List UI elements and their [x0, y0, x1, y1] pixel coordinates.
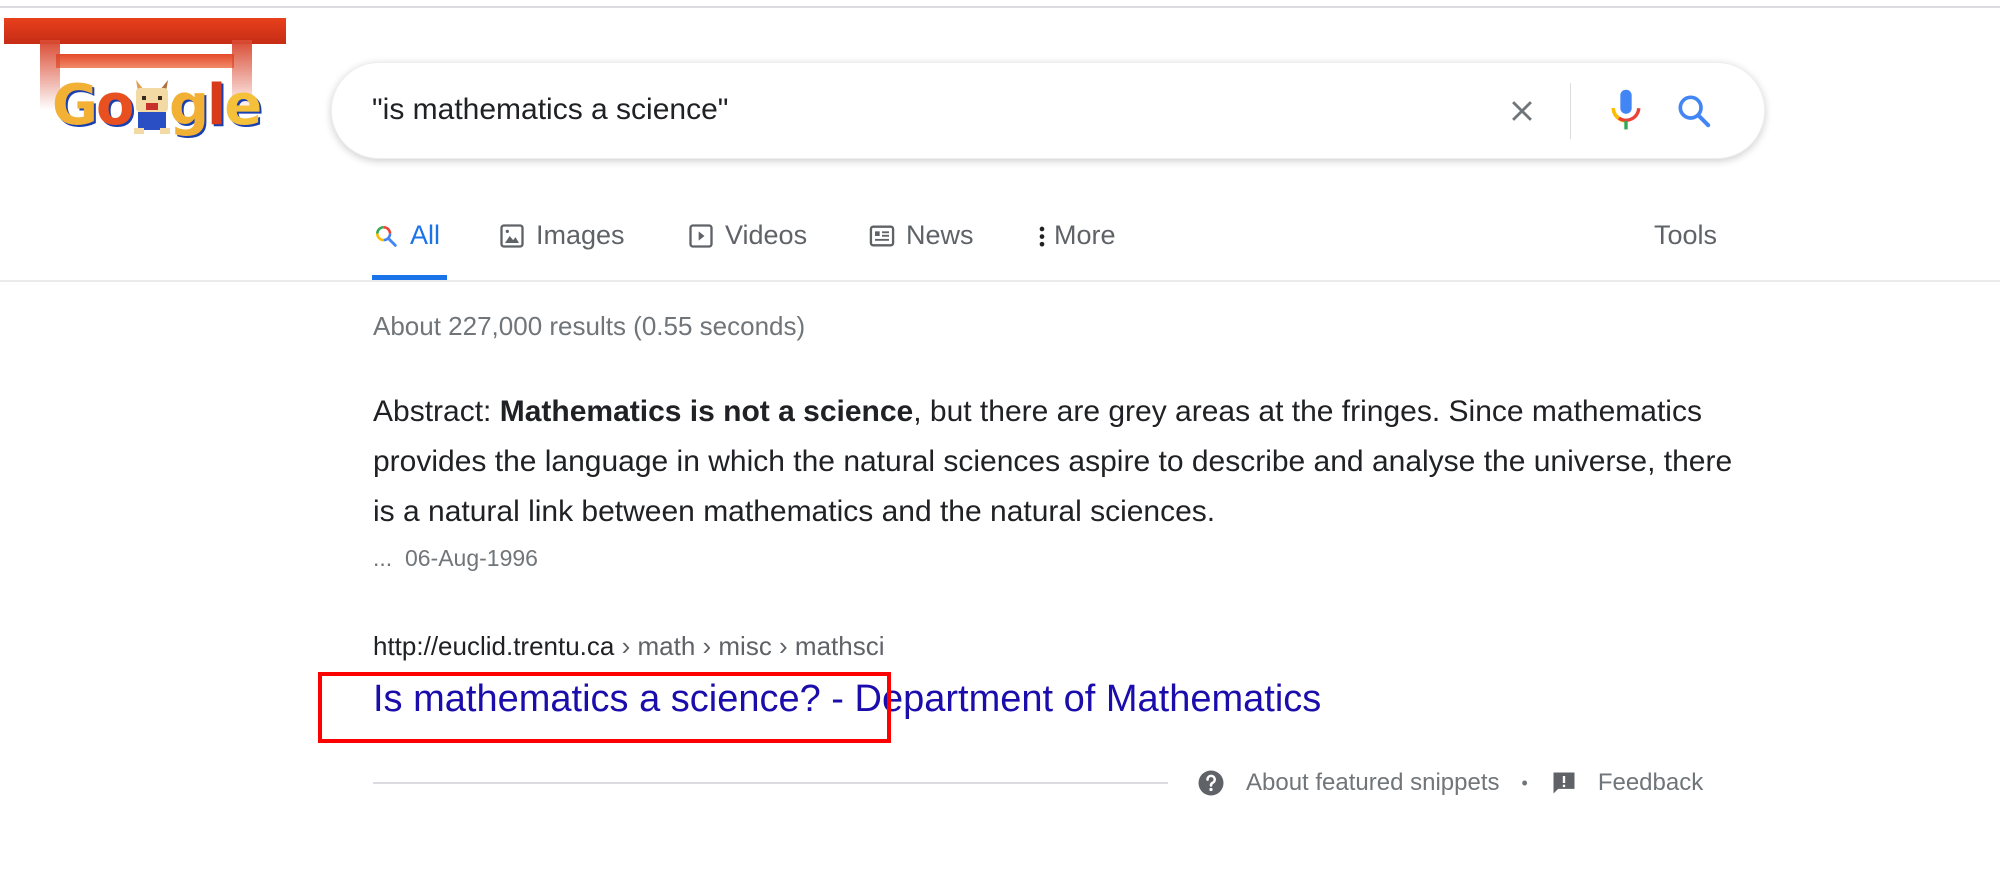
about-featured-snippets-link[interactable]: About featured snippets	[1246, 769, 1500, 797]
search-tabs: All Images Videos News More Tools	[372, 208, 1722, 280]
help-icon	[1196, 768, 1226, 798]
search-icon	[372, 222, 400, 250]
search-button[interactable]	[1670, 87, 1718, 135]
google-doodle-logo[interactable]: Google	[4, 10, 286, 160]
search-icon	[1678, 95, 1711, 128]
tab-more[interactable]: More	[1036, 208, 1116, 280]
logo-letter: g	[168, 73, 209, 138]
result-title-link[interactable]: Is mathematics a science? - Department o…	[373, 678, 1321, 721]
snippet-date: 06-Aug-1996	[404, 545, 538, 571]
logo-letter: o	[95, 73, 135, 138]
tools-label: Tools	[1654, 220, 1718, 250]
search-results-page: Google	[0, 0, 2000, 886]
result-breadcrumbs: › math › misc › mathsci	[614, 631, 885, 661]
clear-search-button[interactable]	[1500, 89, 1544, 133]
search-box-divider	[1570, 83, 1571, 139]
search-input[interactable]	[372, 83, 1432, 137]
feedback-link[interactable]: Feedback	[1598, 769, 1703, 797]
footer-separator: •	[1521, 772, 1528, 793]
torii-gate-crossbar	[56, 54, 234, 68]
close-icon	[1512, 101, 1532, 121]
snippet-ellipsis: ...	[373, 545, 393, 571]
tools-button[interactable]: Tools	[1654, 208, 1717, 280]
tab-all[interactable]: All	[372, 208, 447, 280]
tabs-divider	[0, 280, 2000, 282]
logo-letter: G	[52, 73, 98, 138]
feedback-icon	[1550, 769, 1578, 797]
search-box	[331, 62, 1765, 159]
logo-letter: e	[224, 73, 262, 138]
tab-videos[interactable]: Videos	[687, 208, 807, 280]
snippet-prefix: Abstract:	[373, 395, 500, 428]
snippet-date-line: ... 06-Aug-1996	[373, 545, 538, 572]
logo-letter: l	[207, 73, 226, 138]
result-stats: About 227,000 results (0.55 seconds)	[373, 311, 806, 341]
more-vert-icon	[1036, 222, 1048, 250]
tab-label: Videos	[725, 220, 808, 250]
snippet-bold: Mathematics is not a science	[499, 395, 914, 428]
featured-snippet-text: Abstract: Mathematics is not a science, …	[373, 387, 1733, 537]
result-url[interactable]: http://euclid.trentu.ca › math › misc › …	[373, 631, 885, 662]
play-icon	[687, 222, 715, 250]
tab-label: News	[906, 220, 974, 250]
tab-label: More	[1054, 220, 1116, 250]
snippet-footer: About featured snippets • Feedback	[1196, 765, 1703, 801]
tab-label: Images	[536, 220, 625, 250]
snippet-footer-divider	[373, 782, 1168, 784]
result-domain: http://euclid.trentu.ca	[373, 631, 615, 661]
voice-search-button[interactable]	[1604, 85, 1648, 137]
tab-label: All	[410, 220, 441, 250]
image-icon	[498, 222, 526, 250]
newspaper-icon	[868, 222, 896, 250]
top-border	[0, 6, 2000, 8]
tab-images[interactable]: Images	[498, 208, 625, 280]
tab-news[interactable]: News	[868, 208, 974, 280]
cat-character-icon	[134, 80, 170, 134]
microphone-icon	[1611, 89, 1641, 130]
